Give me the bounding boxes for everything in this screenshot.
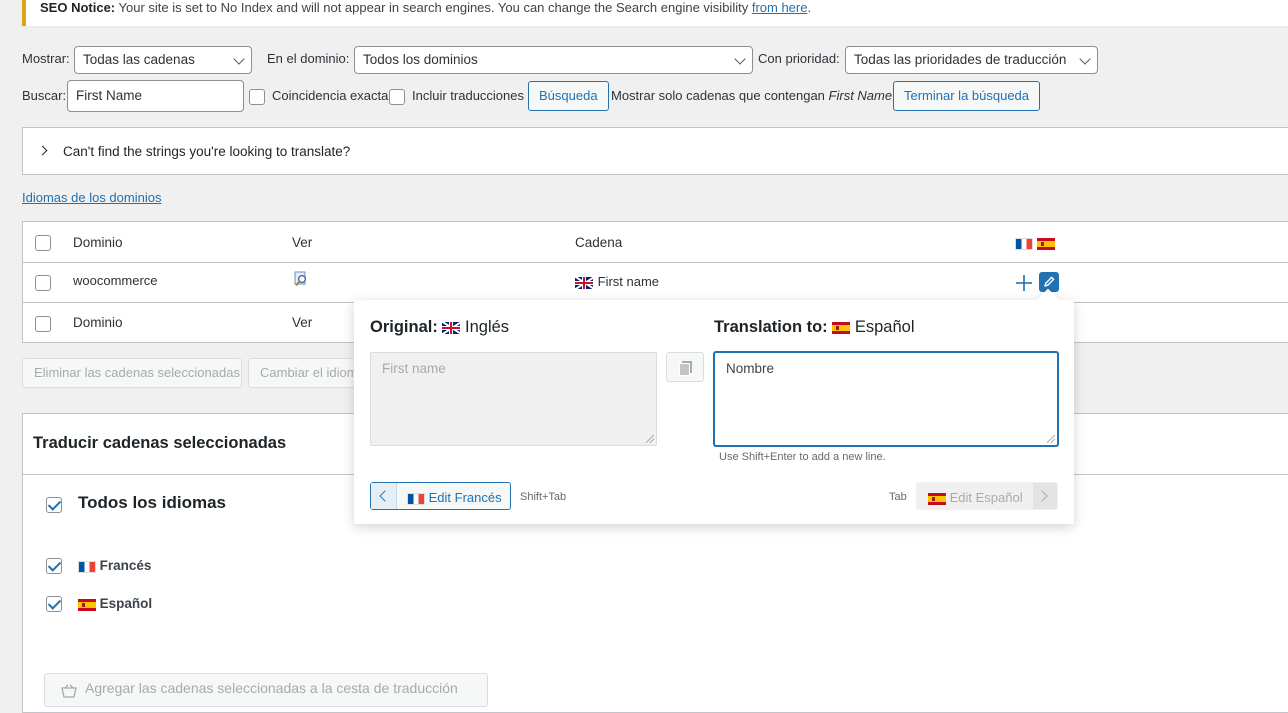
include-translations-label: Incluir traducciones (412, 88, 524, 103)
translation-label: Translation to: (714, 318, 828, 336)
end-search-button[interactable]: Terminar la búsqueda (893, 81, 1041, 111)
next-shortcut-hint: Tab (889, 491, 907, 503)
language-checkbox-spanish[interactable] (46, 596, 62, 612)
language-item-french: Francés (78, 558, 151, 573)
language-label: Español (99, 596, 153, 611)
notice-text: Your site is set to No Index and will no… (115, 0, 752, 15)
original-text: First name (382, 361, 446, 376)
english-flag-icon (442, 321, 461, 334)
header-flags (1015, 235, 1055, 250)
search-label: Buscar: (22, 88, 67, 103)
prev-shortcut-hint: Shift+Tab (520, 491, 567, 503)
priority-select[interactable]: Todas las prioridades de traducción (845, 46, 1098, 74)
spanish-flag-icon (832, 321, 851, 334)
original-language: Inglés (465, 318, 510, 336)
search-button[interactable]: Búsqueda (528, 81, 609, 111)
search-status: Mostrar solo cadenas que contengan First… (611, 86, 892, 106)
cant-find-text: Can't find the strings you're looking to… (63, 144, 351, 159)
exact-match-checkbox[interactable] (249, 89, 265, 105)
original-textarea: First name (370, 352, 657, 446)
add-translation-icon[interactable] (1015, 274, 1033, 292)
cant-find-toggle[interactable]: Can't find the strings you're looking to… (22, 127, 1288, 175)
copy-icon (679, 361, 692, 376)
translate-panel-title: Traducir cadenas seleccionadas (33, 434, 287, 452)
chevron-down-icon (1079, 53, 1091, 65)
view-context-icon[interactable] (293, 271, 309, 287)
english-flag-icon (575, 276, 593, 289)
domain-languages-link[interactable]: Idiomas de los dominios (22, 189, 161, 207)
translation-text: Nombre (726, 361, 775, 376)
header-view: Ver (292, 235, 313, 250)
header-string[interactable]: Cadena (575, 233, 622, 253)
next-language: Edit Español (928, 490, 1023, 505)
edit-next-button[interactable]: Edit Español (916, 482, 1058, 510)
add-to-basket-label: Agregar las cadenas seleccionadas a la c… (85, 680, 458, 696)
priority-select-value: Todas las prioridades de traducción (854, 52, 1067, 67)
edit-previous-label: Edit Francés (428, 490, 502, 505)
language-label: Francés (99, 558, 152, 573)
search-status-term: First Name (828, 88, 893, 103)
notice-link[interactable]: from here (752, 0, 808, 15)
french-flag-icon (78, 560, 96, 573)
seo-notice: SEO Notice: Your site is set to No Index… (22, 0, 1288, 26)
chevron-down-icon (233, 53, 245, 65)
translation-popup: Original: Inglés Translation to: Español… (354, 288, 1074, 524)
french-flag-icon (407, 492, 425, 505)
domain-label: En el dominio: (267, 51, 350, 66)
select-all-checkbox[interactable] (35, 235, 51, 251)
header-domain[interactable]: Dominio (73, 233, 123, 253)
all-languages-label: Todos los idiomas (78, 493, 226, 512)
change-language-button[interactable]: Cambiar el idioma (248, 358, 358, 388)
resize-handle[interactable] (1047, 435, 1055, 443)
row-checkbox[interactable] (35, 275, 51, 291)
translation-language: Español (854, 318, 915, 336)
spanish-flag-icon (1036, 237, 1055, 250)
row-string: First name (575, 274, 659, 289)
edit-previous-button[interactable]: Edit Francés (370, 482, 511, 510)
language-checkbox-french[interactable] (46, 558, 62, 574)
chevron-right-icon (37, 145, 48, 156)
all-languages-checkbox[interactable] (46, 497, 62, 513)
domain-select-value: Todos los dominios (363, 52, 478, 67)
show-select-value: Todas las cadenas (83, 52, 195, 67)
resize-handle[interactable] (646, 435, 654, 443)
delete-selected-button[interactable]: Eliminar las cadenas seleccionadas (22, 358, 242, 388)
footer-view: Ver (292, 315, 313, 330)
search-status-prefix: Mostrar solo cadenas que contengan (611, 88, 829, 103)
show-select[interactable]: Todas las cadenas (74, 46, 252, 74)
basket-icon (61, 684, 77, 698)
row-domain: woocommerce (73, 273, 158, 288)
select-all-footer-checkbox[interactable] (35, 316, 51, 332)
row-divider (23, 262, 1288, 263)
newline-hint: Use Shift+Enter to add a new line. (719, 451, 886, 463)
exact-match-label: Coincidencia exacta (272, 88, 389, 103)
edit-next-label: Edit Español (949, 490, 1023, 505)
footer-domain[interactable]: Dominio (73, 313, 123, 333)
translation-heading: Translation to: Español (714, 316, 915, 338)
translation-textarea[interactable]: Nombre (714, 352, 1058, 446)
show-label: Mostrar: (22, 51, 70, 66)
language-item-spanish: Español (78, 596, 152, 611)
include-translations-checkbox[interactable] (389, 89, 405, 105)
domain-select[interactable]: Todos los dominios (354, 46, 753, 74)
original-label: Original: (370, 318, 438, 336)
copy-original-button[interactable] (666, 352, 704, 382)
notice-end: . (807, 0, 812, 15)
original-heading: Original: Inglés (370, 316, 509, 338)
add-to-basket-button[interactable]: Agregar las cadenas seleccionadas a la c… (44, 673, 488, 707)
spanish-flag-icon (78, 598, 96, 611)
spanish-flag-icon (928, 492, 946, 505)
search-input[interactable]: First Name (67, 80, 244, 112)
priority-label: Con prioridad: (758, 51, 840, 66)
previous-language: Edit Francés (407, 490, 502, 505)
chevron-down-icon (734, 53, 746, 65)
row-string-text: First name (597, 274, 660, 289)
french-flag-icon (1015, 237, 1033, 250)
notice-title: SEO Notice: (40, 0, 116, 15)
